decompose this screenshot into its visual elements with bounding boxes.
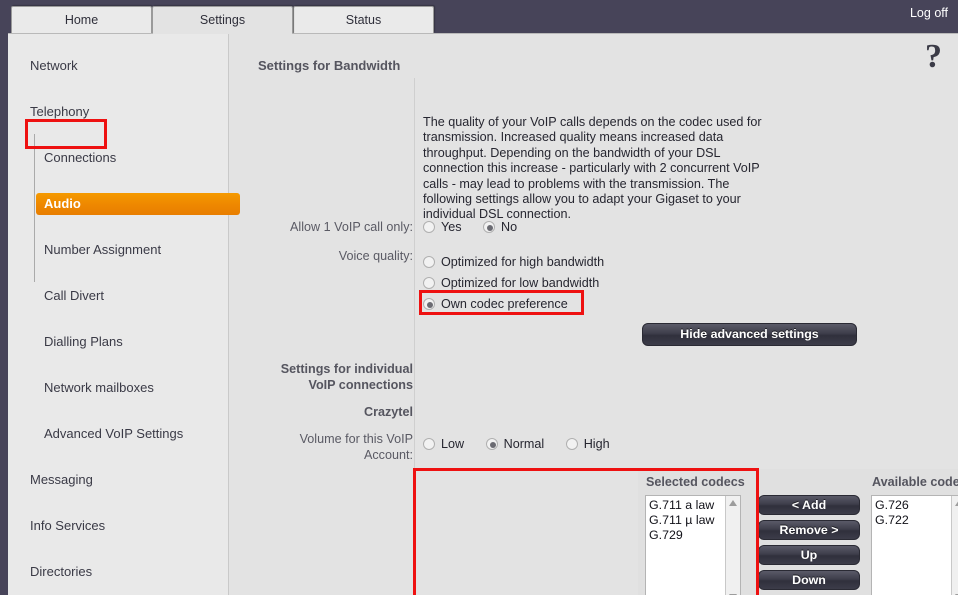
individual-connections-label-line1: Settings for individual [253,362,413,376]
sidebar-item-network[interactable]: Network [8,54,228,77]
list-item[interactable]: G.722 [875,513,909,528]
radio-volume-high[interactable] [566,438,578,450]
sidebar-item-directories[interactable]: Directories [8,560,228,583]
radio-volume-normal-label[interactable]: Normal [504,437,545,451]
list-item[interactable]: G.711 µ law [649,513,714,528]
tab-settings[interactable]: Settings [152,6,293,34]
scroll-up-arrow-icon[interactable] [729,500,737,506]
voice-quality-option-own: Own codec preference [423,297,586,311]
voice-quality-option-high: Optimized for high bandwidth [423,255,622,269]
sidebar-item-connections[interactable]: Connections [8,146,228,169]
connection-name: Crazytel [253,405,413,419]
main-content: Settings for Bandwidth The quality of yo… [229,34,958,595]
sidebar-item-messaging[interactable]: Messaging [8,468,228,491]
remove-codec-button[interactable]: Remove > [758,520,860,540]
selected-codecs-scrollbar[interactable] [725,496,740,595]
sidebar-item-label: Info Services [30,518,105,533]
individual-connections-label-line2: VoIP connections [253,378,413,392]
radio-optimized-low-label[interactable]: Optimized for low bandwidth [441,276,599,290]
selected-codecs-listbox[interactable]: G.711 a law G.711 µ law G.729 [645,495,741,595]
content-column-divider [414,78,415,563]
radio-own-codec-preference-label[interactable]: Own codec preference [441,297,568,311]
allow-one-call-label: Allow 1 VoIP call only: [253,220,413,234]
sidebar-item-advanced-voip-settings[interactable]: Advanced VoIP Settings [8,422,228,445]
sidebar-item-label: Network mailboxes [44,380,154,395]
sidebar-item-label: Directories [30,564,92,579]
radio-own-codec-preference[interactable] [423,298,435,310]
sidebar-item-number-assignment[interactable]: Number Assignment [8,238,228,261]
sidebar-item-label: Messaging [30,472,93,487]
radio-optimized-high[interactable] [423,256,435,268]
sidebar-item-audio[interactable]: Audio [8,192,228,215]
sidebar-item-info-services[interactable]: Info Services [8,514,228,537]
radio-allow-yes[interactable] [423,221,435,233]
list-item[interactable]: G.711 a law [649,498,714,513]
radio-allow-yes-label[interactable]: Yes [441,220,462,234]
radio-volume-high-label[interactable]: High [584,437,610,451]
voice-quality-label: Voice quality: [253,249,413,263]
tab-home[interactable]: Home [11,6,152,33]
radio-optimized-low[interactable] [423,277,435,289]
allow-one-call-radio-group: Yes No [423,220,535,234]
radio-allow-no[interactable] [483,221,495,233]
radio-volume-normal[interactable] [486,438,498,450]
volume-label-line1: Volume for this VoIP [253,432,413,446]
add-codec-button[interactable]: < Add [758,495,860,515]
sidebar-item-label: Call Divert [44,288,104,303]
sidebar-item-label: Dialling Plans [44,334,123,349]
sidebar-item-network-mailboxes[interactable]: Network mailboxes [8,376,228,399]
sidebar-item-label: Connections [44,150,116,165]
sidebar-item-label: Number Assignment [44,242,161,257]
volume-label-line2: Account: [253,448,413,462]
radio-volume-low[interactable] [423,438,435,450]
radio-optimized-high-label[interactable]: Optimized for high bandwidth [441,255,604,269]
available-codecs-heading: Available codecs [872,475,958,489]
intro-description: The quality of your VoIP calls depends o… [423,115,773,223]
sidebar-item-label: Audio [44,196,81,211]
log-off-link[interactable]: Log off [910,6,948,20]
available-codecs-scrollbar[interactable] [951,496,958,595]
available-codecs-items: G.726 G.722 [875,498,909,528]
move-up-button[interactable]: Up [758,545,860,565]
sidebar-nav: Network Telephony Connections Audio Numb… [8,34,228,595]
selected-codecs-heading: Selected codecs [646,475,745,489]
sidebar-item-telephony[interactable]: Telephony [8,100,228,123]
sidebar-item-label: Network [30,58,78,73]
available-codecs-listbox[interactable]: G.726 G.722 [871,495,958,595]
volume-radio-group: Low Normal High [423,437,628,451]
sidebar-item-label: Telephony [30,104,89,119]
voice-quality-option-low: Optimized for low bandwidth [423,276,617,290]
sidebar-item-dialling-plans[interactable]: Dialling Plans [8,330,228,353]
move-down-button[interactable]: Down [758,570,860,590]
hide-advanced-settings-button[interactable]: Hide advanced settings [642,323,857,346]
page-body: ? Network Telephony Connections Audio Nu… [8,33,958,595]
selected-codecs-items: G.711 a law G.711 µ law G.729 [649,498,714,543]
codec-selection-panel: Selected codecs Available codecs G.711 a… [638,469,958,595]
radio-volume-low-label[interactable]: Low [441,437,464,451]
radio-allow-no-label[interactable]: No [501,220,517,234]
list-item[interactable]: G.726 [875,498,909,513]
list-item[interactable]: G.729 [649,528,714,543]
sidebar-item-call-divert[interactable]: Call Divert [8,284,228,307]
sidebar-item-label: Advanced VoIP Settings [44,426,183,441]
page-title: Settings for Bandwidth [258,58,400,73]
tab-status[interactable]: Status [293,6,434,33]
